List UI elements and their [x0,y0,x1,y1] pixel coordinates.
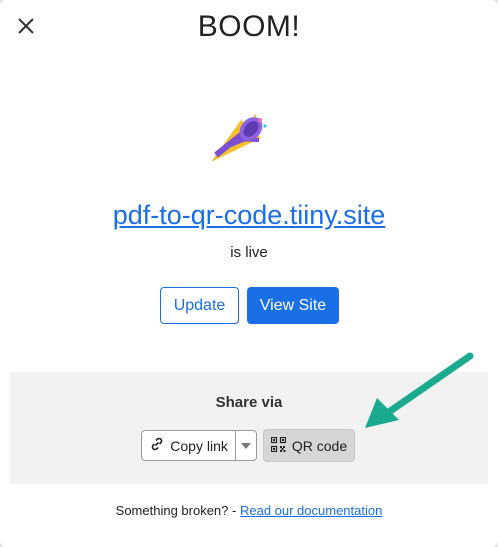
copy-link-split-button: Copy link [141,430,257,461]
copy-link-button[interactable]: Copy link [142,431,235,460]
site-url-link[interactable]: pdf-to-qr-code.tiiny.site [0,200,498,231]
status-text: is live [230,244,268,261]
documentation-link[interactable]: Read our documentation [240,503,382,518]
copy-link-label: Copy link [170,437,228,454]
footer: Something broken? - Read our documentati… [0,503,498,518]
update-button[interactable]: Update [160,287,239,324]
modal-title: BOOM! [197,10,301,43]
caret-down-icon[interactable] [235,431,256,460]
footer-prefix: Something broken? - [115,503,237,518]
qr-code-icon [270,436,286,455]
success-modal: BOOM! pdf-to-qr-code.tiiny.site is live … [0,0,498,547]
qr-code-button[interactable]: QR code [263,429,355,462]
arrow-annotation-icon [355,346,485,436]
link-icon [149,436,165,455]
party-popper-icon [203,110,273,180]
qr-code-label: QR code [291,437,348,454]
view-site-button[interactable]: View Site [247,287,339,324]
